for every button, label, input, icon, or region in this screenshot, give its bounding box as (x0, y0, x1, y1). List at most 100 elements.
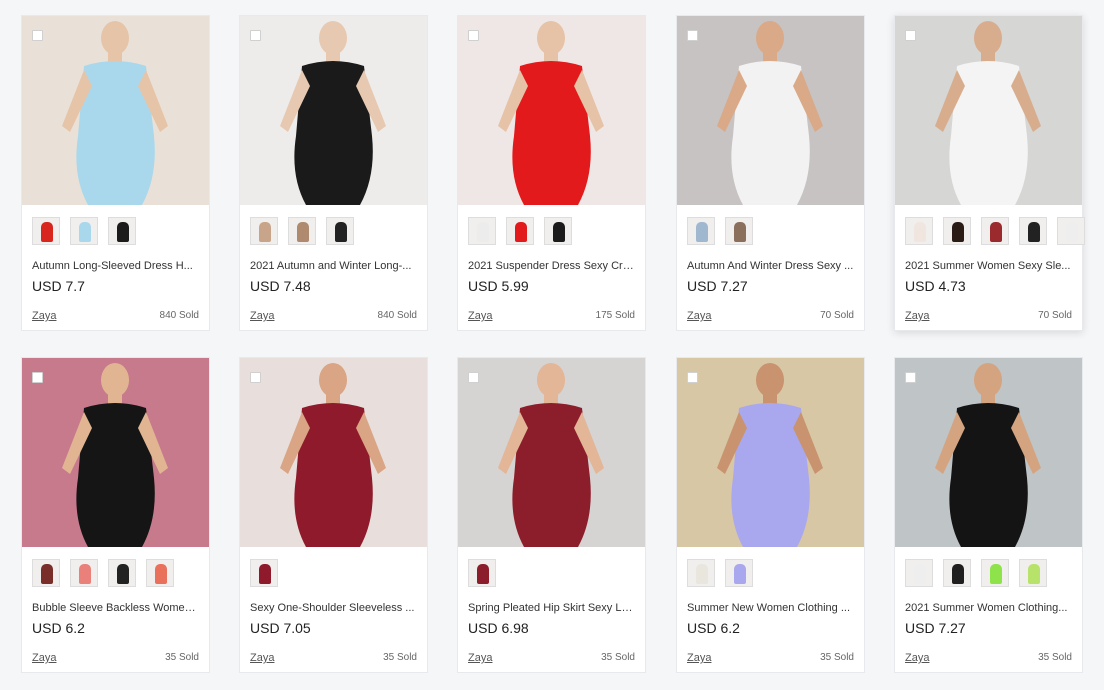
sold-count: 35 Sold (165, 652, 199, 663)
seller-link[interactable]: Zaya (32, 310, 56, 322)
product-price: USD 7.7 (32, 278, 85, 294)
variant-thumbnail[interactable] (981, 559, 1009, 587)
product-title[interactable]: 2021 Autumn and Winter Long-... (250, 260, 418, 272)
product-title[interactable]: Sexy One-Shoulder Sleeveless ... (250, 602, 418, 614)
variant-thumbnail[interactable] (326, 217, 354, 245)
variant-thumbnail[interactable] (108, 559, 136, 587)
variant-thumbnail[interactable] (687, 217, 715, 245)
product-price: USD 6.98 (468, 620, 529, 636)
variant-swatches (250, 217, 354, 245)
variant-thumbnail[interactable] (943, 217, 971, 245)
variant-thumbnail[interactable] (468, 217, 496, 245)
variant-thumbnail[interactable] (725, 559, 753, 587)
variant-swatches (687, 217, 753, 245)
select-checkbox[interactable] (32, 372, 43, 383)
product-card[interactable]: Autumn Long-Sleeved Dress H... USD 7.7 Zay… (21, 15, 210, 331)
select-checkbox[interactable] (468, 372, 479, 383)
variant-thumbnail[interactable] (506, 217, 534, 245)
variant-thumbnail[interactable] (943, 559, 971, 587)
product-image[interactable] (458, 16, 645, 205)
product-card[interactable]: 2021 Summer Women Sexy Sle... USD 4.73 Zay… (894, 15, 1085, 331)
product-title[interactable]: Bubble Sleeve Backless Women ... (32, 602, 200, 614)
variant-thumbnail[interactable] (981, 217, 1009, 245)
variant-thumbnail[interactable] (32, 217, 60, 245)
variant-thumbnail[interactable] (468, 559, 496, 587)
seller-link[interactable]: Zaya (468, 652, 492, 664)
product-card[interactable]: Summer New Women Clothing ... USD 6.2 Zaya… (676, 357, 865, 673)
seller-link[interactable]: Zaya (905, 310, 929, 322)
seller-link[interactable]: Zaya (468, 310, 492, 322)
product-image[interactable] (22, 16, 209, 205)
seller-link[interactable]: Zaya (687, 310, 711, 322)
select-checkbox[interactable] (250, 30, 261, 41)
product-grid: Autumn Long-Sleeved Dress H... USD 7.7 Zay… (0, 0, 1104, 690)
variant-thumbnail[interactable] (1019, 217, 1047, 245)
product-image[interactable] (677, 358, 864, 547)
product-card[interactable]: 2021 Suspender Dress Sexy Cro... USD 5.99… (457, 15, 646, 331)
variant-thumbnail[interactable] (1019, 559, 1047, 587)
select-checkbox[interactable] (250, 372, 261, 383)
select-checkbox[interactable] (905, 30, 916, 41)
select-checkbox[interactable] (32, 30, 43, 41)
variant-swatches (468, 217, 572, 245)
variant-thumbnail[interactable] (70, 559, 98, 587)
variant-thumbnail[interactable] (687, 559, 715, 587)
product-price: USD 7.48 (250, 278, 311, 294)
select-checkbox[interactable] (687, 30, 698, 41)
seller-link[interactable]: Zaya (687, 652, 711, 664)
product-card[interactable]: Autumn And Winter Dress Sexy ... USD 7.27… (676, 15, 865, 331)
product-image[interactable] (458, 358, 645, 547)
variant-thumbnail[interactable] (288, 217, 316, 245)
sold-count: 70 Sold (820, 310, 854, 321)
product-card[interactable]: 2021 Summer Women Clothing... USD 7.27 Zay… (894, 357, 1083, 673)
product-card[interactable]: Sexy One-Shoulder Sleeveless ... USD 7.05… (239, 357, 428, 673)
product-card[interactable]: Spring Pleated Hip Skirt Sexy Lo... USD 6… (457, 357, 646, 673)
variant-swatches (32, 559, 174, 587)
sold-count: 840 Sold (159, 310, 199, 321)
product-price: USD 5.99 (468, 278, 529, 294)
variant-thumbnail[interactable] (70, 217, 98, 245)
select-checkbox[interactable] (905, 372, 916, 383)
seller-link[interactable]: Zaya (250, 310, 274, 322)
product-price: USD 6.2 (32, 620, 85, 636)
seller-link[interactable]: Zaya (32, 652, 56, 664)
product-card[interactable]: 2021 Autumn and Winter Long-... USD 7.48 Z… (239, 15, 428, 331)
variant-thumbnail[interactable] (905, 217, 933, 245)
sold-count: 175 Sold (595, 310, 635, 321)
seller-link[interactable]: Zaya (905, 652, 929, 664)
sold-count: 35 Sold (601, 652, 635, 663)
variant-thumbnail[interactable] (1057, 217, 1085, 245)
product-title[interactable]: Summer New Women Clothing ... (687, 602, 855, 614)
product-image[interactable] (240, 16, 427, 205)
product-image[interactable] (22, 358, 209, 547)
variant-thumbnail[interactable] (544, 217, 572, 245)
product-title[interactable]: Spring Pleated Hip Skirt Sexy Lo... (468, 602, 636, 614)
seller-link[interactable]: Zaya (250, 652, 274, 664)
variant-thumbnail[interactable] (146, 559, 174, 587)
select-checkbox[interactable] (468, 30, 479, 41)
variant-thumbnail[interactable] (32, 559, 60, 587)
sold-count: 35 Sold (383, 652, 417, 663)
product-title[interactable]: Autumn Long-Sleeved Dress H... (32, 260, 200, 272)
product-price: USD 7.27 (687, 278, 748, 294)
variant-thumbnail[interactable] (905, 559, 933, 587)
product-title[interactable]: Autumn And Winter Dress Sexy ... (687, 260, 855, 272)
product-image[interactable] (240, 358, 427, 547)
product-image[interactable] (677, 16, 864, 205)
product-price: USD 7.27 (905, 620, 966, 636)
variant-thumbnail[interactable] (250, 559, 278, 587)
product-title[interactable]: 2021 Summer Women Clothing... (905, 602, 1073, 614)
product-card[interactable]: Bubble Sleeve Backless Women ... USD 6.2 Z… (21, 357, 210, 673)
product-title[interactable]: 2021 Summer Women Sexy Sle... (905, 260, 1073, 272)
variant-thumbnail[interactable] (725, 217, 753, 245)
select-checkbox[interactable] (687, 372, 698, 383)
product-title[interactable]: 2021 Suspender Dress Sexy Cro... (468, 260, 636, 272)
variant-thumbnail[interactable] (250, 217, 278, 245)
variant-thumbnail[interactable] (108, 217, 136, 245)
variant-swatches (905, 559, 1047, 587)
variant-swatches (905, 217, 1085, 245)
sold-count: 35 Sold (1038, 652, 1072, 663)
product-image[interactable] (895, 358, 1082, 547)
product-image[interactable] (895, 16, 1082, 205)
variant-swatches (468, 559, 496, 587)
